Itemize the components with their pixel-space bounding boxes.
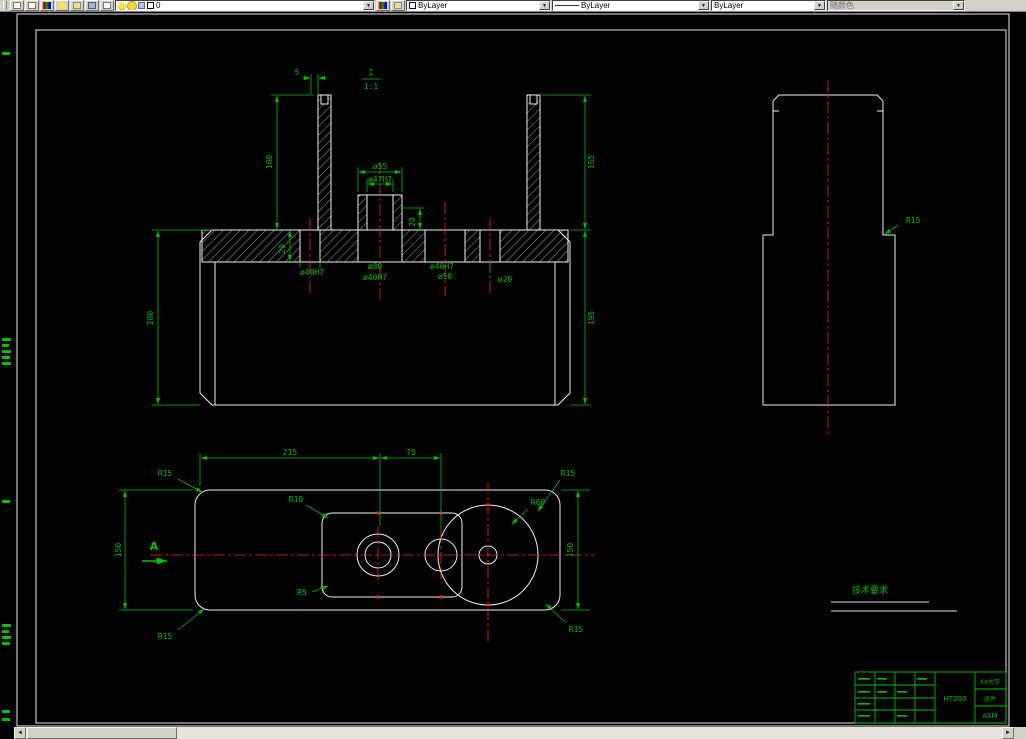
layer-previous-icon[interactable] [85,0,99,11]
current-linetype-name: ByLayer [581,1,696,10]
label-boss-radius[interactable]: R60 [531,498,546,507]
side-view[interactable]: R15 [763,80,921,435]
section-marker-a[interactable]: A [150,540,159,553]
detail-scale[interactable]: 1:1 [364,82,379,91]
layer-states-icon[interactable] [100,0,114,11]
chevron-down-icon[interactable]: ▼ [698,1,709,10]
plot-style-control-dropdown: 随颜色 ▼ [827,0,965,11]
dim-boss-bore[interactable]: ø47H7 [368,175,392,184]
layer-color-swatch [147,2,154,9]
new-drawing-icon[interactable] [10,0,24,11]
left-edge-marks [2,52,11,721]
scrollbar-thumb[interactable] [27,727,177,739]
dim-height-lower-right[interactable]: 195 [587,311,596,326]
dim-width-right[interactable]: 150 [566,543,575,558]
technical-requirements[interactable]: 技术要求 [831,584,957,611]
current-color-swatch [409,2,416,9]
lineweight-control-dropdown[interactable]: ByLayer ▼ [711,0,826,11]
plan-view-dimensions[interactable]: 215 75 150 150 R15 R15 R10 R60 R5 R15 R1… [114,448,590,641]
scrollbar-corner [0,727,14,739]
chevron-down-icon: ▼ [953,1,964,10]
detail-label[interactable]: I [369,68,374,77]
drawing-canvas[interactable]: 160 200 155 195 ø55 ø47H7 20 20 ø40H7 ø8… [0,12,1026,727]
layer-lock-icon[interactable] [138,2,145,9]
toolbar-grip[interactable] [3,1,7,10]
label-pocket-fillet-small[interactable]: R5 [297,588,307,597]
color-dialog-icon[interactable] [376,0,390,11]
current-plot-style-name: 随颜色 [830,1,951,10]
tech-req-title[interactable]: 技术要求 [852,584,888,596]
dim-offset-75[interactable]: 75 [406,448,416,457]
resize-corner [1014,727,1026,739]
layers-dialog-icon[interactable] [40,0,54,11]
title-block[interactable]: HT200 XX大学 组件 ASM [855,672,1006,723]
dim-width-left[interactable]: 150 [114,543,123,558]
dim-boss-depth[interactable]: 20 [408,217,417,227]
layer-control-dropdown[interactable]: 0 ▼ [115,0,375,11]
plan-view[interactable]: 215 75 150 150 R15 R15 R10 R60 R5 R15 R1… [114,448,594,644]
label-fillet-r15[interactable]: R15 [906,216,921,225]
layer-freeze-icon[interactable] [128,2,136,10]
horizontal-scrollbar[interactable]: ◄ ► [14,727,1014,739]
color-control-dropdown[interactable]: ByLayer ▼ [406,0,551,11]
dim-height-upper-right[interactable]: 155 [587,155,596,170]
make-layer-current-icon[interactable] [70,0,84,11]
label-fillet-bottom-left[interactable]: R15 [158,632,173,641]
label-fillet-bottom-right[interactable]: R15 [569,625,584,634]
chevron-down-icon[interactable]: ▼ [539,1,550,10]
title-block-drawing-code: ASM [982,712,997,720]
linetype-control-dropdown[interactable]: ByLayer ▼ [552,0,710,11]
current-lineweight-name: ByLayer [714,1,812,10]
bottom-bar: ◄ ► [0,727,1026,739]
title-block-part-name: 组件 [984,695,996,703]
label-bore-right-upper[interactable]: ø40H7 [430,262,454,271]
sheet-frame [17,14,1009,726]
label-fillet-top-right[interactable]: R15 [561,469,576,478]
open-drawing-icon[interactable] [25,0,39,11]
label-bore-right-lower[interactable]: ø50 [438,272,453,281]
current-layer-name: 0 [156,1,361,10]
label-bore-mid-upper[interactable]: ø80 [368,262,383,271]
chevron-down-icon[interactable]: ▼ [363,1,374,10]
dim-height-lower-left[interactable]: 200 [146,311,155,326]
dim-wall[interactable]: 5 [295,68,300,77]
label-bore-left[interactable]: ø40H7 [300,268,324,277]
layer-visibility-icon[interactable] [118,2,126,10]
dim-boss-outer[interactable]: ø55 [373,162,388,171]
front-section-view[interactable]: 160 200 155 195 ø55 ø47H7 20 20 ø40H7 ø8… [146,68,596,405]
dim-flange-depth[interactable]: 20 [278,244,287,254]
dim-length-215[interactable]: 215 [283,448,298,457]
model-space-viewport[interactable]: 160 200 155 195 ø55 ø47H7 20 20 ø40H7 ø8… [0,12,1026,727]
scroll-right-icon[interactable]: ► [1002,727,1014,739]
side-view-dimensions[interactable]: R15 [885,216,921,234]
scroll-left-icon[interactable]: ◄ [14,727,26,739]
title-block-material: HT200 [944,695,967,703]
linetype-dialog-icon[interactable] [391,0,405,11]
layer-on-off-icon[interactable] [55,0,69,11]
title-block-organization: XX大学 [980,678,1000,686]
label-bore-mid-lower[interactable]: ø40H7 [363,273,387,282]
object-properties-toolbar: 0 ▼ ByLayer ▼ ByLayer ▼ ByLayer ▼ 随颜色 ▼ [0,0,1026,12]
dim-height-upper-left[interactable]: 160 [265,155,274,170]
chevron-down-icon[interactable]: ▼ [814,1,825,10]
title-block-fine-print [858,678,927,717]
linetype-sample-icon [555,5,579,6]
plan-view-centerlines[interactable] [150,482,594,644]
label-fillet-top-left[interactable]: R15 [158,469,173,478]
current-color-name: ByLayer [418,1,537,10]
label-pocket-fillet[interactable]: R10 [289,495,304,504]
label-bore-far-right[interactable]: ø20 [498,275,513,284]
